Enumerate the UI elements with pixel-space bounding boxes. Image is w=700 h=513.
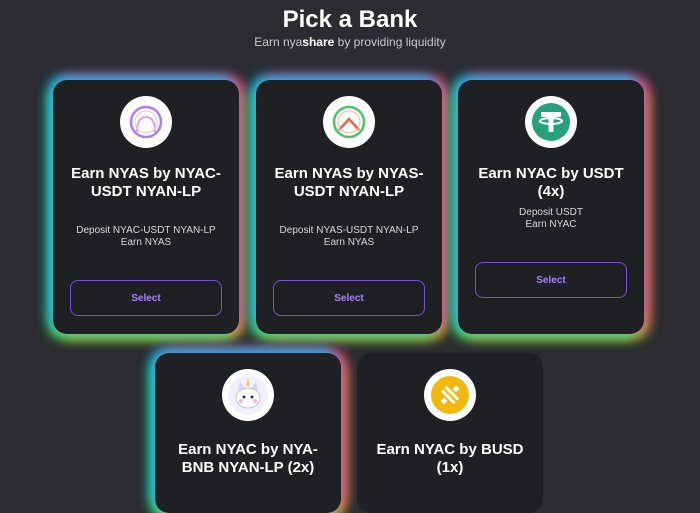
busd-icon xyxy=(424,369,476,421)
card-desc-deposit: Deposit NYAC-USDT NYAN-LP xyxy=(76,225,216,236)
subtitle-prefix: Earn nya xyxy=(254,35,303,49)
bank-card-nyac-usdt: Earn NYAS by NYAC-USDT NYAN-LP Deposit N… xyxy=(53,80,239,334)
card-title: Earn NYAC by USDT (4x) xyxy=(478,165,624,200)
select-button[interactable]: Select xyxy=(273,280,425,316)
card-desc-earn: Earn NYAS xyxy=(120,237,172,248)
bank-card-usdt: Earn NYAC by USDT (4x) Deposit USDT Earn… xyxy=(458,80,644,334)
page-header: Pick a Bank Earn nyashare by providing l… xyxy=(0,6,700,49)
bank-card-nyas-usdt: Earn NYAS by NYAS-USDT NYAN-LP Deposit N… xyxy=(256,80,442,334)
card-desc-earn: Earn NYAC xyxy=(525,219,577,230)
select-button[interactable]: Select xyxy=(475,262,627,298)
card-desc-deposit: Deposit NYAS-USDT NYAN-LP xyxy=(279,225,419,236)
nyas-usdt-lp-icon xyxy=(323,96,375,148)
card-title: Earn NYAS by NYAC-USDT NYAN-LP xyxy=(71,165,221,200)
page-title: Pick a Bank xyxy=(282,6,418,33)
card-title: Earn NYAS by NYAS-USDT NYAN-LP xyxy=(274,165,424,200)
subtitle-bold: share xyxy=(302,35,335,49)
card-title: Earn NYAC by BUSD (1x) xyxy=(376,441,524,476)
unicorn-cat-icon xyxy=(222,369,274,421)
card-desc-earn: Earn NYAS xyxy=(323,237,375,248)
select-button[interactable]: Select xyxy=(70,280,222,316)
bank-card-busd: Earn NYAC by BUSD (1x) xyxy=(357,353,543,513)
page-subtitle: Earn nyashare by providing liquidity xyxy=(0,35,700,49)
nyac-usdt-lp-icon xyxy=(120,96,172,148)
card-title: Earn NYAC by NYA-BNB NYAN-LP (2x) xyxy=(178,441,318,476)
subtitle-suffix: by providing liquidity xyxy=(334,35,446,49)
tether-icon xyxy=(525,96,577,148)
card-desc-deposit: Deposit USDT xyxy=(519,207,583,218)
bank-card-nya-bnb: Earn NYAC by NYA-BNB NYAN-LP (2x) xyxy=(155,353,341,513)
